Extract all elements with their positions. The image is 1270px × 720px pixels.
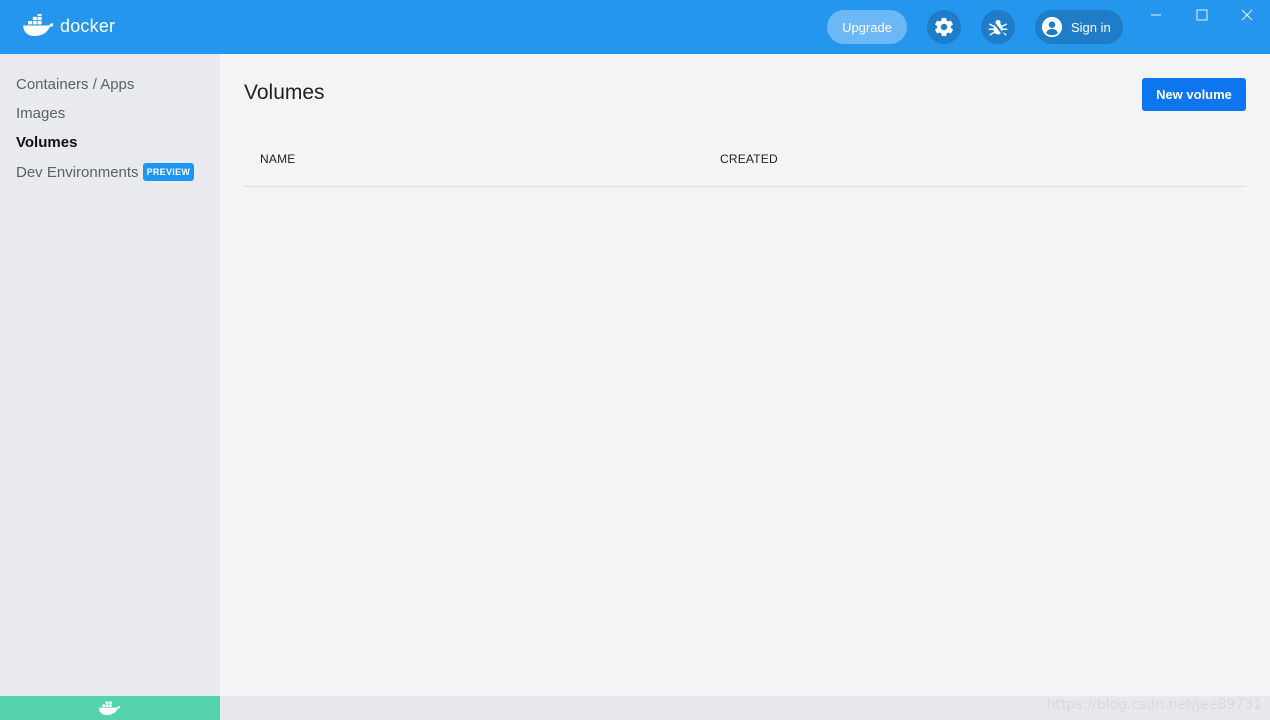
brand-wordmark: docker xyxy=(60,15,116,36)
watermark: https://blog.csdn.net/jee89731 xyxy=(1046,697,1262,713)
upgrade-button[interactable]: Upgrade xyxy=(827,10,907,44)
sidebar-item-label: Dev Environments xyxy=(16,163,139,181)
gear-icon xyxy=(935,17,953,37)
new-volume-button[interactable]: New volume xyxy=(1142,78,1246,111)
sidebar-item-label: Volumes xyxy=(16,134,78,151)
sidebar-item-images[interactable]: Images xyxy=(16,105,65,122)
sidebar-item-label: Containers / Apps xyxy=(16,76,135,93)
sidebar-item-label: Images xyxy=(16,105,66,122)
column-header-name[interactable]: NAME xyxy=(260,152,295,166)
engine-status-bar[interactable] xyxy=(0,696,220,720)
minimize-icon xyxy=(1151,14,1161,16)
docker-logo: docker xyxy=(22,14,115,38)
whale-icon xyxy=(98,701,121,716)
page-title: Volumes xyxy=(244,81,325,104)
close-button[interactable] xyxy=(1232,4,1262,26)
sidebar-item-containers-apps[interactable]: Containers / Apps xyxy=(16,76,134,93)
table-header: NAME CREATED xyxy=(244,135,1246,187)
sidebar-item-volumes[interactable]: Volumes xyxy=(16,134,77,151)
title-bar: docker Upgrade Sign in xyxy=(0,0,1270,54)
close-icon xyxy=(1241,9,1253,21)
minimize-button[interactable] xyxy=(1141,4,1171,26)
bug-icon xyxy=(988,19,1008,37)
sidebar: Containers / Apps Images Volumes Dev Env… xyxy=(0,54,220,696)
user-avatar-icon xyxy=(1041,16,1063,38)
preview-badge: PREVIEW xyxy=(142,163,195,181)
maximize-button[interactable] xyxy=(1187,4,1217,26)
troubleshoot-button[interactable] xyxy=(981,10,1015,44)
column-header-created[interactable]: CREATED xyxy=(720,152,778,166)
sign-in-button[interactable]: Sign in xyxy=(1035,10,1123,44)
whale-icon xyxy=(23,14,54,36)
maximize-icon xyxy=(1196,9,1208,21)
sidebar-item-dev-environments[interactable]: Dev Environments PREVIEW xyxy=(16,163,195,181)
settings-button[interactable] xyxy=(927,10,961,44)
sign-in-label: Sign in xyxy=(1071,19,1111,35)
